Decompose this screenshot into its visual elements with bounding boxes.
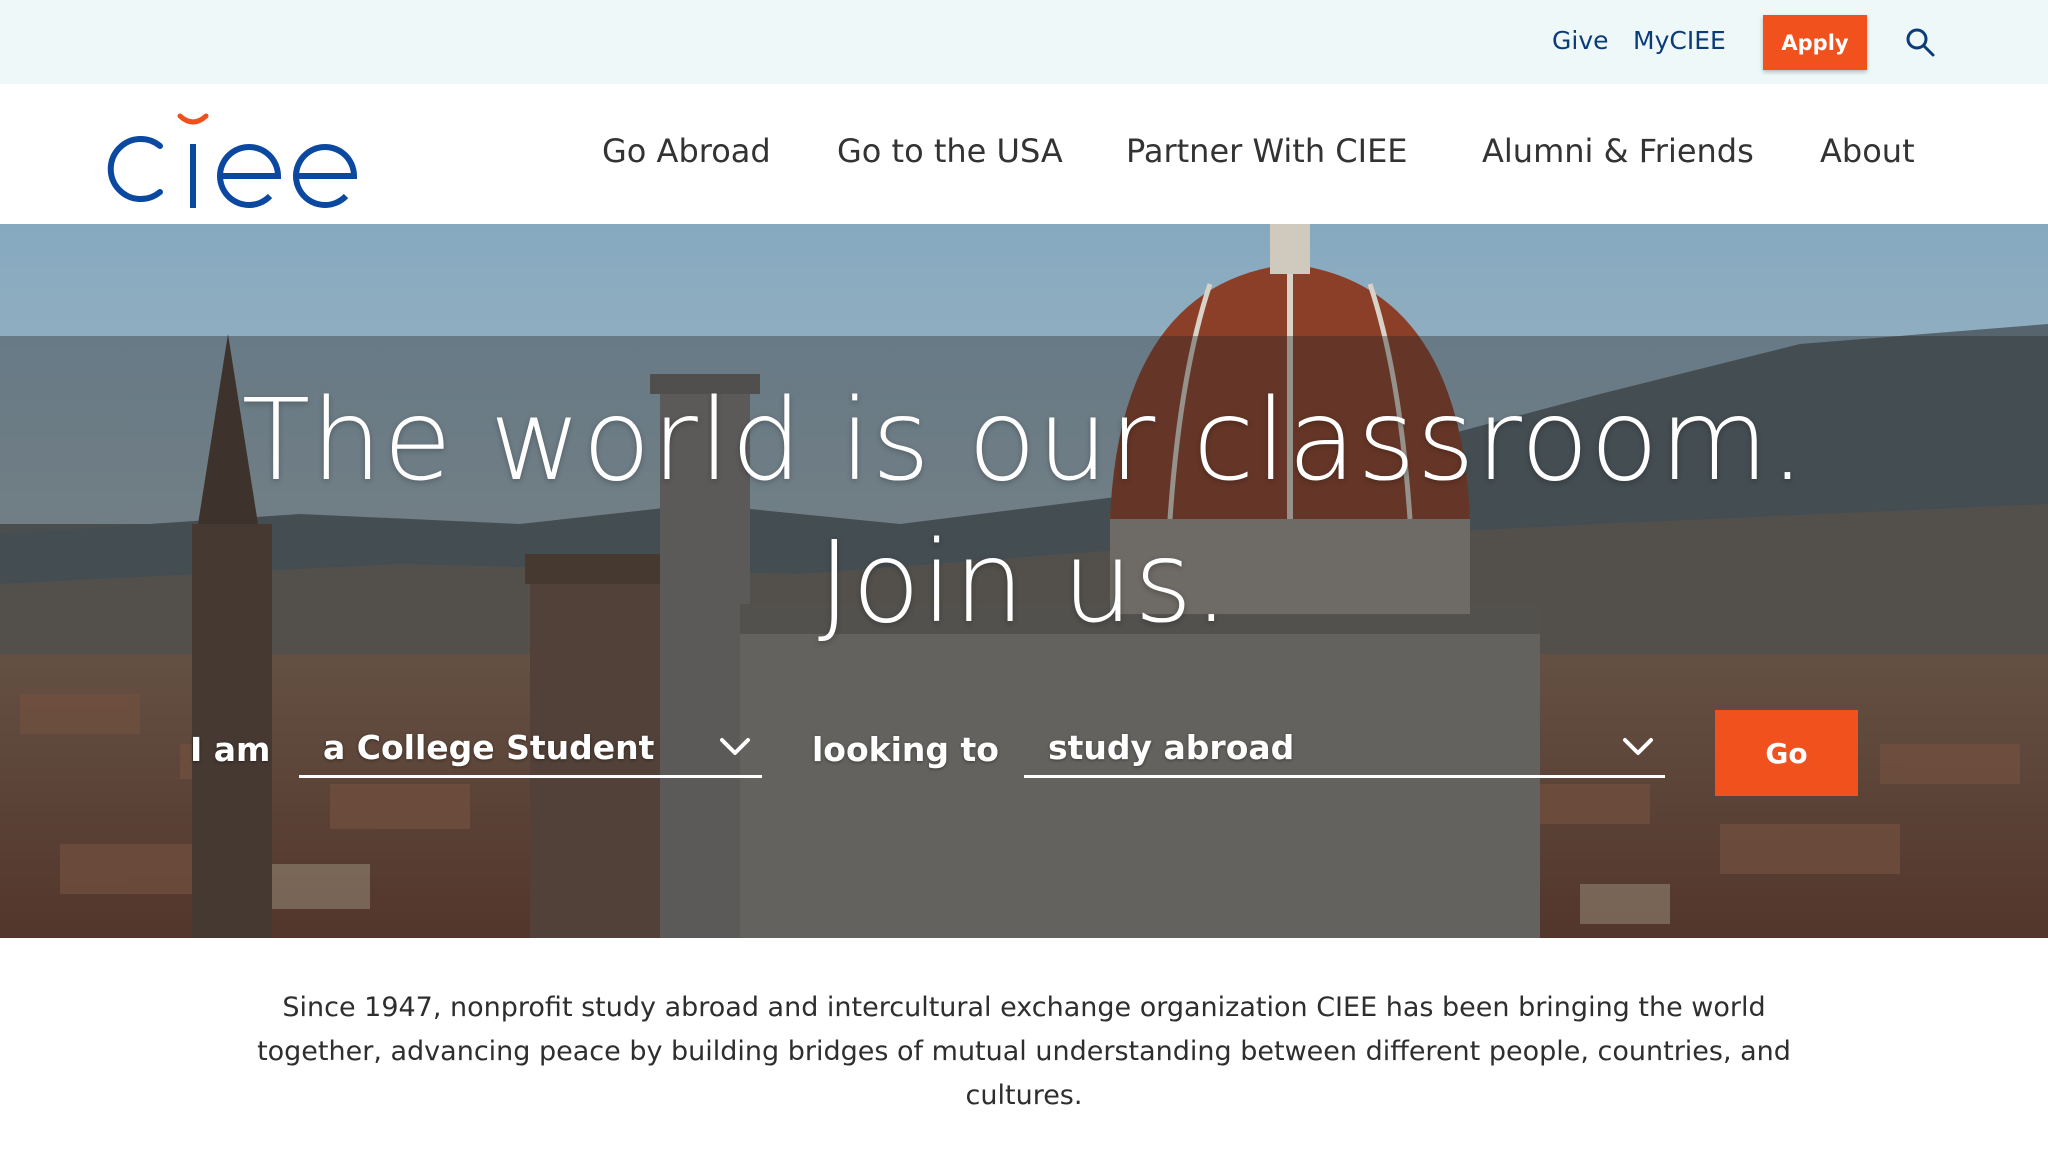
chevron-down-icon [720, 738, 750, 755]
nav-alumni-friends[interactable]: Alumni & Friends [1482, 132, 1754, 170]
hero-title-line2: Join us. [817, 518, 1231, 648]
give-link[interactable]: Give [1552, 26, 1609, 55]
utility-bar: Give MyCIEE Apply [0, 0, 2048, 84]
role-select-value: a College Student [323, 728, 655, 767]
go-button[interactable]: Go [1715, 710, 1858, 796]
hero-title: The world is our classroom. Join us. [0, 370, 2048, 654]
nav-about[interactable]: About [1820, 132, 1915, 170]
intro-text: Since 1947, nonprofit study abroad and i… [257, 992, 1791, 1111]
hero-title-line1: The world is our classroom. [241, 376, 1807, 506]
chevron-down-icon [1623, 738, 1653, 755]
hero-section: The world is our classroom. Join us. I a… [0, 224, 2048, 938]
nav-go-abroad[interactable]: Go Abroad [602, 132, 771, 170]
role-select[interactable]: a College Student [299, 716, 762, 778]
main-nav: Go Abroad Go to the USA Partner With CIE… [0, 84, 2048, 224]
search-icon[interactable] [1905, 27, 1935, 57]
i-am-label: I am [190, 730, 271, 769]
apply-button[interactable]: Apply [1763, 15, 1867, 70]
goal-select[interactable]: study abroad [1024, 716, 1665, 778]
looking-to-label: looking to [812, 730, 999, 769]
ciee-logo[interactable] [100, 98, 370, 208]
nav-go-to-the-usa[interactable]: Go to the USA [837, 132, 1063, 170]
nav-partner-with-ciee[interactable]: Partner With CIEE [1126, 132, 1408, 170]
myciee-link[interactable]: MyCIEE [1633, 26, 1726, 55]
goal-select-value: study abroad [1048, 728, 1295, 767]
